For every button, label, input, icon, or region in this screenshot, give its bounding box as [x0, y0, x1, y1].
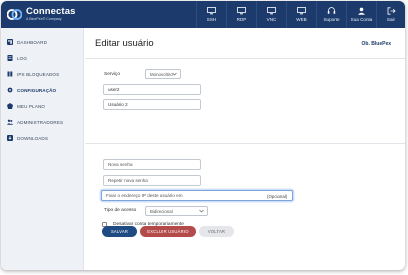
log-icon — [7, 55, 13, 61]
nav-label: Suporte — [323, 17, 340, 22]
admins-icon — [7, 119, 13, 125]
monitor-icon — [267, 7, 276, 15]
sidebar-item-label: IPS BLOQUEADOS — [17, 71, 60, 77]
monitor-icon — [207, 7, 216, 15]
save-button[interactable]: SALVAR — [102, 226, 137, 237]
sidebar-item-log[interactable]: LOG — [7, 53, 27, 63]
service-label: Serviço — [104, 72, 120, 77]
access-type-label: Tipo de acesso — [104, 208, 137, 213]
connectas-logo-icon — [7, 9, 22, 20]
nav-web[interactable]: WEB — [286, 1, 316, 28]
nav-label: RDP — [236, 17, 247, 22]
top-nav: SSH RDP VNC WEB Suporte Sua Conta Sair — [196, 1, 405, 28]
sidebar-item-label: LOG — [17, 55, 28, 61]
nav-label: SSH — [206, 17, 217, 22]
brand-logo[interactable]: Connectas A BluePex® Company — [7, 6, 77, 24]
download-icon — [7, 135, 13, 141]
sidebar-item-label: DOWNLOADS — [17, 135, 49, 141]
new-password-input[interactable] — [103, 159, 201, 170]
fixed-ip-input[interactable] — [101, 190, 293, 201]
nav-label: VNC — [266, 17, 277, 22]
sidebar-item-admins[interactable]: ADMINISTRADORES — [7, 117, 63, 127]
fullname-input[interactable] — [103, 99, 201, 110]
sidebar-item-label: CONFIGURAÇÃO — [17, 87, 57, 93]
sidebar-item-dashboard[interactable]: DASHBOARD — [7, 37, 47, 47]
access-type-value: Bidirecional — [150, 208, 173, 214]
nav-label: Sua Conta — [350, 17, 373, 22]
nav-vnc[interactable]: VNC — [256, 1, 286, 28]
main-content: Editar usuário Ob. BluePex Serviço Monov… — [85, 28, 405, 270]
username-input[interactable] — [103, 84, 201, 95]
dashboard-icon — [7, 39, 13, 45]
support-icon — [327, 7, 336, 14]
nav-label: WEB — [296, 17, 307, 22]
back-button[interactable]: VOLTAR — [199, 226, 234, 237]
brand-subtitle: A BluePex® Company — [26, 17, 62, 21]
chevron-down-icon — [199, 209, 204, 213]
nav-account[interactable]: Sua Conta — [346, 1, 376, 28]
nav-logout[interactable]: Sair — [376, 1, 405, 28]
app-window: Connectas A BluePex® Company SSH RDP VNC… — [1, 1, 405, 270]
plan-icon — [7, 103, 13, 109]
nav-ssh[interactable]: SSH — [196, 1, 226, 28]
service-select[interactable]: Monovoltiro — [145, 69, 181, 79]
top-bar: Connectas A BluePex® Company SSH RDP VNC… — [1, 1, 405, 28]
service-select-value: Monovoltiro — [150, 71, 173, 77]
chevron-down-icon — [172, 72, 177, 76]
sidebar-item-label: ADMINISTRADORES — [17, 119, 64, 125]
logout-icon — [387, 7, 396, 15]
sidebar-item-label: MEU PLANO — [17, 103, 45, 109]
nav-label: Sair — [386, 17, 396, 22]
blocked-ip-icon — [7, 71, 13, 77]
brand-title: Connectas — [26, 6, 76, 17]
sidebar-item-config[interactable]: CONFIGURAÇÃO — [7, 85, 56, 95]
nav-support[interactable]: Suporte — [316, 1, 346, 28]
user-icon — [358, 7, 365, 15]
sidebar: DASHBOARD LOG IPS BLOQUEADOS CONFIGURAÇÃ… — [1, 28, 84, 270]
page-title: Editar usuário — [95, 38, 154, 49]
monitor-icon — [297, 7, 306, 15]
access-type-select[interactable]: Bidirecional — [145, 206, 208, 216]
sidebar-item-plan[interactable]: MEU PLANO — [7, 101, 45, 111]
brand-tag: Ob. BluePex — [361, 41, 391, 47]
section-divider — [85, 143, 405, 144]
monitor-icon — [237, 7, 246, 15]
repeat-password-input[interactable] — [103, 175, 201, 186]
nav-rdp[interactable]: RDP — [226, 1, 256, 28]
gear-icon — [7, 87, 13, 93]
sidebar-item-downloads[interactable]: DOWNLOADS — [7, 133, 48, 143]
ip-optional-hint: (Opcional) — [267, 194, 288, 199]
sidebar-item-label: DASHBOARD — [17, 39, 47, 45]
delete-user-button[interactable]: EXCLUIR USUÁRIO — [140, 226, 196, 237]
title-divider — [85, 58, 405, 59]
sidebar-item-blocked-ips[interactable]: IPS BLOQUEADOS — [7, 69, 59, 79]
